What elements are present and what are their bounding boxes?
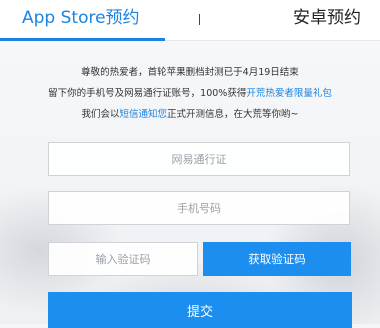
tab-bar: App Store预约 安卓预约 (0, 0, 380, 41)
notice-line-3: 我们会以短信通知您正式开测信息，在大荒等你哟~ (0, 104, 380, 125)
gift-pack-link: 开荒热爱者限量礼包 (246, 88, 332, 99)
notice-line-3-suffix: 正式开测信息，在大荒等你哟~ (167, 109, 299, 120)
submit-button[interactable]: 提交 (48, 292, 352, 328)
notice-text: 尊敬的热爱者，首轮苹果删档封测已于4月19日结束 留下你的手机号及网易通行证账号… (0, 62, 380, 125)
netease-account-input[interactable] (48, 142, 350, 176)
verification-code-input[interactable] (48, 242, 198, 276)
notice-line-2: 留下你的手机号及网易通行证账号，100%获得开荒热爱者限量礼包 (0, 83, 380, 104)
notice-line-1: 尊敬的热爱者，首轮苹果删档封测已于4月19日结束 (81, 67, 299, 78)
tab-android[interactable]: 安卓预约 (293, 0, 361, 40)
get-verification-code-button[interactable]: 获取验证码 (203, 242, 351, 276)
notice-line-3-prefix: 我们会以 (81, 109, 120, 120)
notice-line-2-text: 留下你的手机号及网易通行证账号，100%获得 (48, 88, 247, 99)
tab-app-store[interactable]: App Store预约 (0, 0, 165, 41)
sms-notice-link: 短信通知您 (119, 109, 168, 120)
tab-divider (199, 14, 200, 25)
phone-number-input[interactable] (48, 191, 350, 225)
